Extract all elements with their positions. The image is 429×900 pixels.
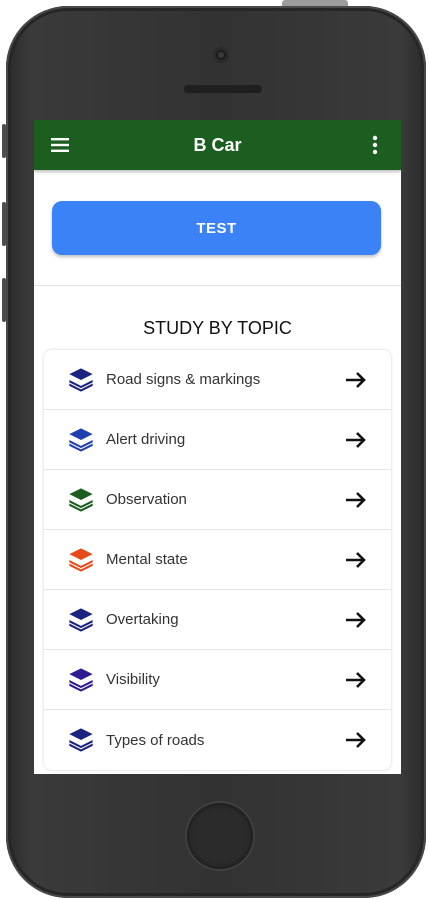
layers-icon <box>66 545 96 575</box>
app-bar: B Car <box>34 120 401 170</box>
topic-label: Mental state <box>106 551 188 568</box>
topic-item-0[interactable]: Road signs & markings <box>44 350 391 410</box>
front-camera <box>213 47 229 63</box>
topic-label: Visibility <box>106 671 160 688</box>
topic-item-4[interactable]: Overtaking <box>44 590 391 650</box>
arrow-right-icon[interactable] <box>343 367 369 393</box>
layers-icon <box>66 485 96 515</box>
arrow-right-icon[interactable] <box>343 427 369 453</box>
topic-item-2[interactable]: Observation <box>44 470 391 530</box>
topic-label: Road signs & markings <box>106 371 261 388</box>
arrow-right-icon[interactable] <box>343 487 369 513</box>
volume-up-button <box>2 202 6 246</box>
menu-icon[interactable] <box>48 133 72 157</box>
topic-label: Overtaking <box>106 611 179 628</box>
test-button[interactable]: TEST <box>52 201 381 255</box>
more-vert-icon[interactable] <box>363 133 387 157</box>
layers-icon <box>66 425 96 455</box>
topic-list: Road signs & markings Alert driving Obse… <box>44 350 391 770</box>
app-screen: B Car TEST STUDY BY TOPIC Road signs & m… <box>34 120 401 774</box>
arrow-right-icon[interactable] <box>343 667 369 693</box>
arrow-right-icon[interactable] <box>343 547 369 573</box>
arrow-right-icon[interactable] <box>343 607 369 633</box>
study-section-title: STUDY BY TOPIC <box>143 318 292 338</box>
app-title: B Car <box>193 134 242 155</box>
volume-down-button <box>2 278 6 322</box>
test-section: TEST <box>34 170 401 286</box>
mute-switch <box>2 124 6 158</box>
device-frame: B Car TEST STUDY BY TOPIC Road signs & m… <box>0 0 429 900</box>
layers-icon <box>66 665 96 695</box>
topic-label: Types of roads <box>106 731 205 749</box>
topic-label: Observation <box>106 491 187 508</box>
topic-item-1[interactable]: Alert driving <box>44 410 391 470</box>
topic-item-3[interactable]: Mental state <box>44 530 391 590</box>
layers-icon <box>66 725 96 755</box>
topic-item-6[interactable]: Types of roads <box>44 710 391 770</box>
home-button[interactable] <box>187 803 253 869</box>
topic-label: Alert driving <box>106 431 186 448</box>
main-content: TEST STUDY BY TOPIC Road signs & marking… <box>34 170 401 770</box>
earpiece-speaker <box>184 85 262 93</box>
topic-item-5[interactable]: Visibility <box>44 650 391 710</box>
arrow-right-icon[interactable] <box>343 727 369 753</box>
layers-icon <box>66 605 96 635</box>
layers-icon <box>66 365 96 395</box>
